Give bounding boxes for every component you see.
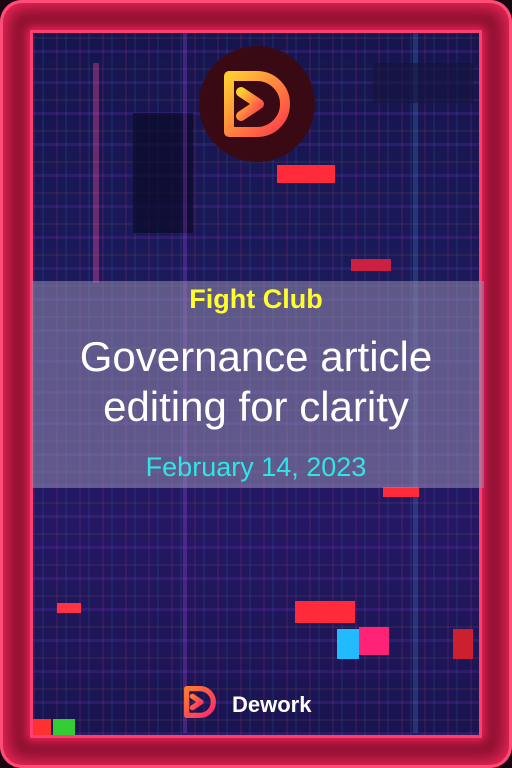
task-title: Governance article editing for clarity xyxy=(79,333,433,430)
brand-name: Dework xyxy=(232,691,312,717)
footer-brand: Dework xyxy=(180,682,311,727)
task-date: February 14, 2023 xyxy=(145,452,367,482)
organization-name: Fight Club xyxy=(189,284,323,314)
dework-logo-icon xyxy=(180,682,220,727)
dework-logo-icon xyxy=(199,46,315,162)
